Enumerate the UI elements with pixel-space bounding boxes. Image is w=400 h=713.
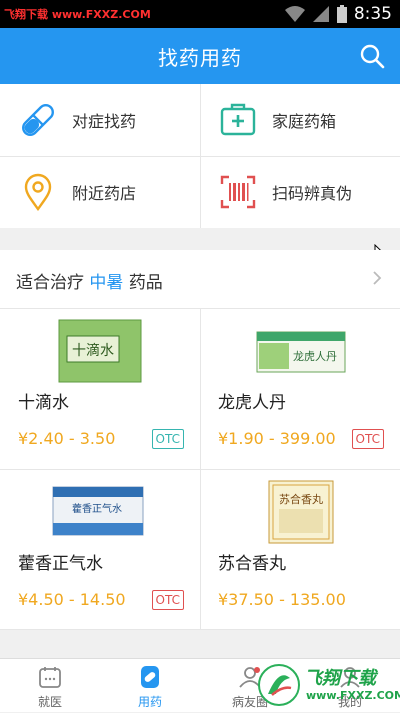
section-suffix: 药品	[128, 273, 163, 293]
product-name: 苏合香丸	[218, 554, 286, 574]
symptom-search-label: 对症找药	[72, 112, 137, 131]
box-label: 藿香正气水	[72, 502, 122, 515]
status-bar: 飞翔下载 www.FXXZ.COM 8:35	[0, 0, 400, 28]
product-name: 十滴水	[18, 393, 69, 413]
family-medicine-box-button[interactable]: 家庭药箱	[200, 84, 400, 156]
section-title: 适合治疗 中暑 药品	[16, 268, 163, 293]
medicine-box-icon	[220, 103, 256, 136]
box-label: 十滴水	[72, 342, 114, 359]
scan-verify-label: 扫码辨真伪	[272, 184, 353, 203]
signal-icon	[312, 6, 329, 22]
barcode-scan-icon	[220, 175, 256, 209]
family-medicine-box-label: 家庭药箱	[272, 112, 337, 131]
product-image: 藿香正气水	[52, 486, 144, 536]
otc-badge: OTC	[351, 429, 384, 449]
product-image: 十滴水	[58, 319, 142, 383]
tab-medication[interactable]: 用药	[100, 659, 200, 713]
product-card[interactable]: 龙虎人丹 龙虎人丹 ¥1.90 - 399.00 OTC	[200, 308, 400, 469]
clock: 8:35	[353, 4, 392, 24]
wifi-icon	[284, 6, 305, 22]
section-prefix: 适合治疗	[16, 273, 84, 293]
scan-verify-button[interactable]: 扫码辨真伪	[200, 156, 400, 228]
divider	[0, 629, 400, 630]
product-grid: 十滴水 十滴水 ¥2.40 - 3.50 OTC 龙虎人丹 龙虎人丹 ¥1.90…	[0, 308, 400, 630]
watermark-overlay: 飞翔下载 www.FXXZ.COM	[254, 662, 400, 708]
product-card[interactable]: 藿香正气水 藿香正气水 ¥4.50 - 14.50 OTC	[0, 469, 200, 630]
status-icons: 8:35	[284, 4, 392, 24]
otc-badge: OTC	[151, 590, 184, 610]
symptom-search-button[interactable]: 对症找药	[0, 84, 200, 156]
location-pin-icon	[24, 173, 52, 212]
pill-icon	[22, 104, 54, 136]
watermark-text: 飞翔下载 www.FXXZ.COM	[4, 8, 151, 21]
box-label: 龙虎人丹	[293, 350, 337, 363]
product-price: ¥1.90 - 399.00	[218, 429, 336, 448]
product-price: ¥37.50 - 135.00	[218, 590, 346, 609]
watermark-brand: 飞翔下载	[304, 668, 376, 689]
pill-bottle-icon	[141, 666, 159, 688]
box-label: 苏合香丸	[279, 492, 323, 506]
watermark-logo-icon	[258, 664, 300, 706]
page-title: 找药用药	[158, 46, 242, 70]
product-name: 龙虎人丹	[218, 393, 286, 413]
otc-badge: OTC	[151, 429, 184, 449]
nearby-pharmacy-button[interactable]: 附近药店	[0, 156, 200, 228]
divider	[200, 84, 201, 228]
nearby-pharmacy-label: 附近药店	[72, 184, 137, 203]
chevron-right-icon	[373, 271, 382, 285]
watermark-url: www.FXXZ.COM	[306, 689, 400, 702]
section-keyword: 中暑	[89, 273, 124, 293]
product-card[interactable]: 苏合香丸 苏合香丸 ¥37.50 - 135.00	[200, 469, 400, 630]
product-price: ¥4.50 - 14.50	[18, 590, 126, 609]
tab-label: 就医	[37, 695, 62, 709]
tab-clinic[interactable]: 就医	[0, 659, 100, 713]
calendar-icon	[39, 667, 61, 688]
product-name: 藿香正气水	[18, 554, 103, 574]
product-card[interactable]: 十滴水 十滴水 ¥2.40 - 3.50 OTC	[0, 308, 200, 469]
quick-actions-grid: 对症找药 家庭药箱 附近药店 扫码辨真伪	[0, 84, 400, 228]
product-image: 龙虎人丹	[256, 331, 346, 373]
product-price: ¥2.40 - 3.50	[18, 429, 116, 448]
product-image: 苏合香丸	[268, 480, 334, 544]
battery-icon	[336, 5, 347, 23]
tab-label: 用药	[137, 695, 162, 709]
search-icon[interactable]	[358, 42, 386, 70]
recommended-section-header[interactable]: 适合治疗 中暑 药品	[0, 250, 400, 308]
app-header: 找药用药	[0, 28, 400, 84]
